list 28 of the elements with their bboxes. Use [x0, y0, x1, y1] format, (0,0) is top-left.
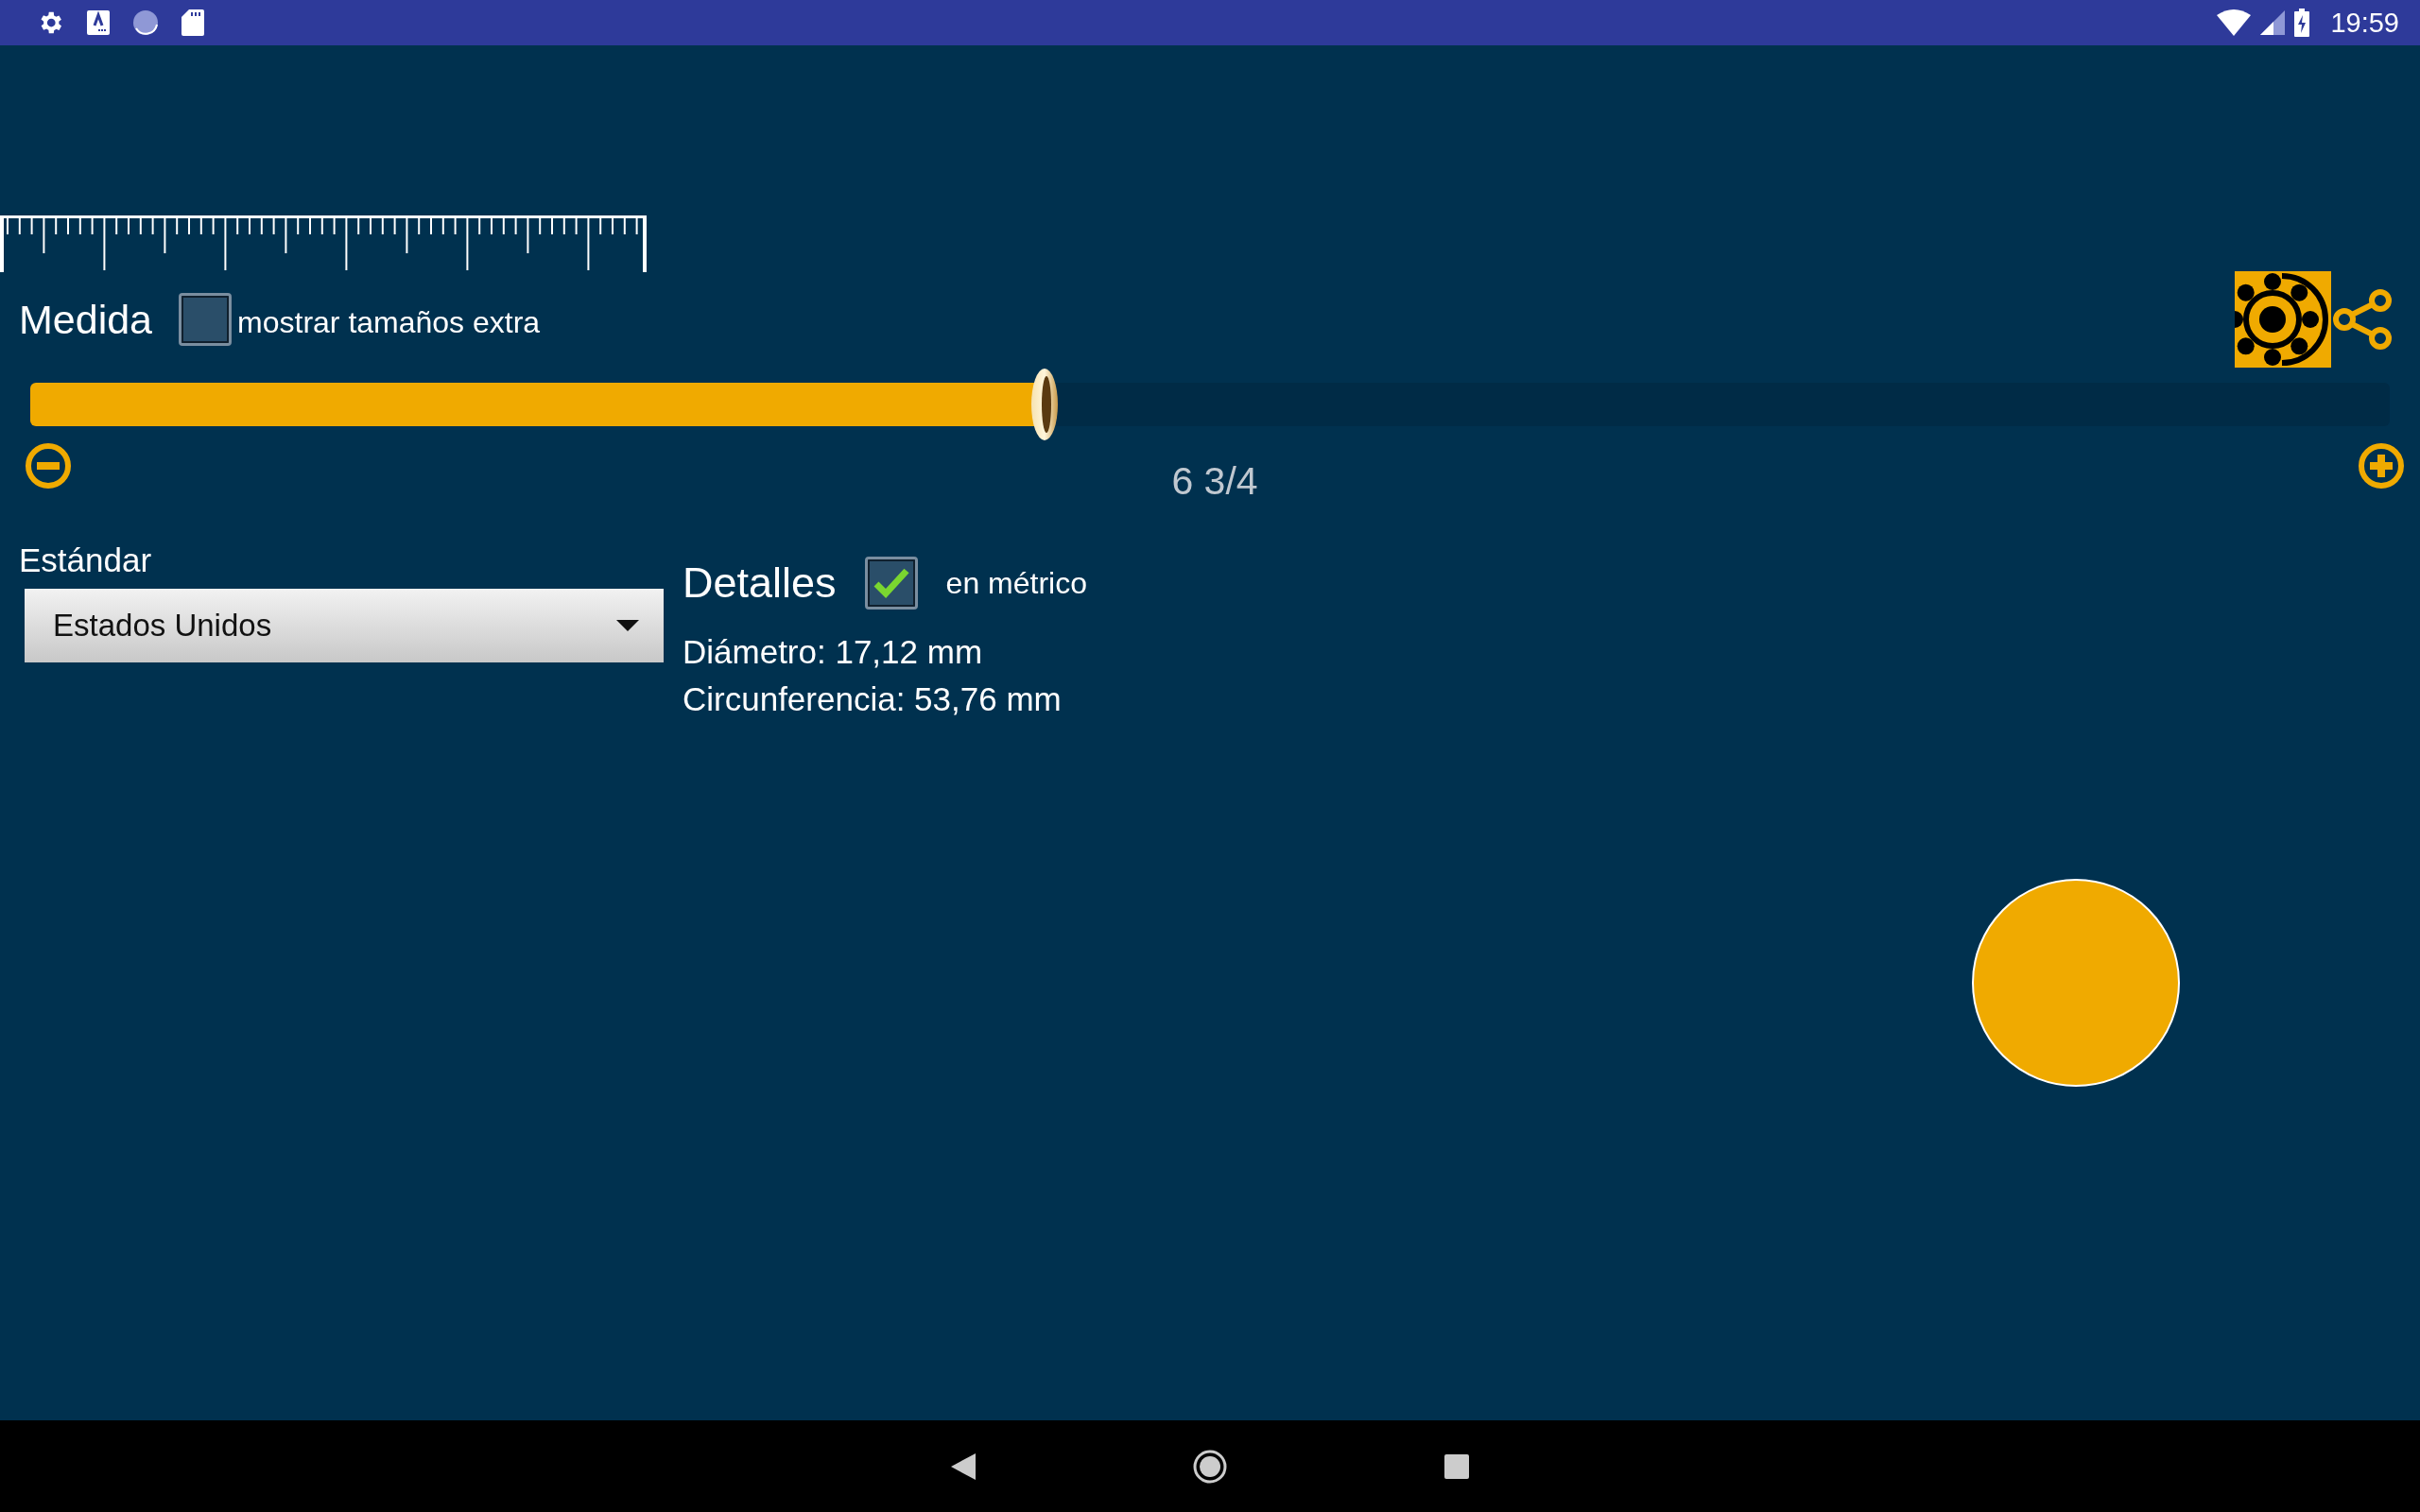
standard-label: Estándar — [19, 541, 153, 579]
progress-circle-icon — [132, 9, 159, 36]
measure-label: Medida — [19, 296, 153, 343]
details-title: Detalles — [683, 558, 837, 608]
standard-dropdown[interactable]: Estados Unidos — [25, 589, 664, 662]
extra-sizes-checkbox[interactable] — [179, 293, 233, 346]
ring-thumb[interactable] — [1029, 367, 1061, 442]
size-value: 6 3/4 — [1171, 459, 1258, 504]
home-icon[interactable] — [1193, 1449, 1227, 1484]
metric-label: en métrico — [945, 565, 1087, 601]
plus-icon[interactable] — [2358, 442, 2405, 490]
detail-text: Circunferencia: 53,76 mm — [683, 679, 1063, 719]
extra-sizes-label: mostrar tamaños extra — [237, 304, 541, 340]
battery-charging-icon — [2294, 9, 2310, 37]
clock-time: 19:59 — [2330, 7, 2399, 39]
wifi-icon — [2217, 9, 2252, 36]
caret-icon — [616, 620, 639, 631]
minus-icon[interactable] — [25, 442, 72, 490]
back-icon[interactable] — [951, 1452, 976, 1480]
gear-icon[interactable] — [2235, 271, 2331, 368]
size-slider[interactable] — [30, 367, 2390, 442]
metric-checkbox[interactable] — [864, 557, 918, 610]
detail-text: Diámetro: 17,12 mm — [683, 632, 984, 672]
signal-icon — [2260, 10, 2286, 35]
keyboard-letter-icon — [87, 10, 110, 35]
sd-card-icon — [182, 9, 204, 36]
recents-icon[interactable] — [1444, 1453, 1469, 1479]
checkmark-icon — [872, 567, 910, 599]
